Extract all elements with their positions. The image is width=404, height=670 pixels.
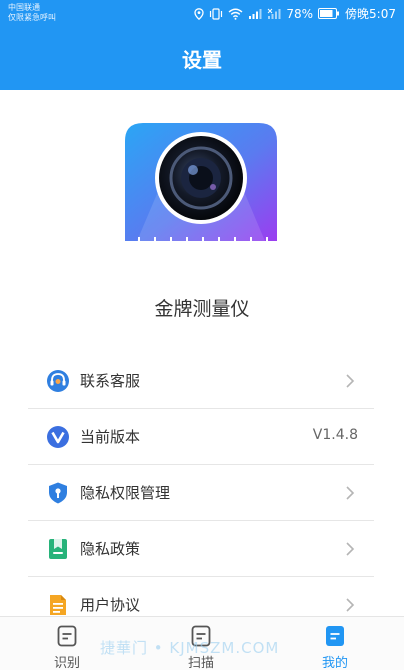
tab-profile[interactable]: 我的 [285,617,385,670]
clock: 傍晚5:07 [345,7,396,21]
recognize-icon [57,625,77,647]
menu-item-label: 联系客服 [80,372,141,390]
menu-item-label: 当前版本 [80,428,141,446]
page-title: 设置 [182,48,222,72]
signal-icon [249,8,262,19]
tab-label: 我的 [321,656,348,670]
settings-menu: 联系客服 当前版本 V1.4.8 隐私权限管理 隐私政策 用户协议 [28,353,374,633]
menu-item-label: 隐私政策 [80,540,141,558]
chevron-right-icon [346,486,355,500]
carrier-info: 中国联通 仅限紧急呼叫 [8,3,56,23]
menu-item-contact-support[interactable]: 联系客服 [28,353,374,409]
menu-item-privacy-policy[interactable]: 隐私政策 [28,521,374,577]
signal-no-sim-icon [268,8,281,19]
headset-icon [47,370,69,392]
header-bar: 中国联通 仅限紧急呼叫 78% 傍晚5:07 设置 [0,0,404,90]
status-bar: 中国联通 仅限紧急呼叫 78% 傍晚5:07 [0,0,404,28]
menu-item-current-version[interactable]: 当前版本 V1.4.8 [28,409,374,465]
wifi-icon [228,8,243,20]
battery-icon [318,8,340,19]
menu-item-privacy-permissions[interactable]: 隐私权限管理 [28,465,374,521]
menu-item-label: 隐私权限管理 [80,484,171,502]
watermark: 捷華门 • KJMSZM.COM [100,639,280,657]
app-name: 金牌测量仪 [154,298,250,320]
document-icon [50,595,66,615]
status-icons: 78% 傍晚5:07 [194,5,396,22]
bookmark-icon [49,539,67,559]
chevron-right-icon [346,542,355,556]
app-logo [125,123,277,245]
settings-content: 金牌测量仪 联系客服 当前版本 V1.4.8 隐私权限管理 隐私政策 用户协议 [0,90,404,618]
version-icon [47,426,69,448]
location-icon [194,7,205,20]
shield-icon [49,482,67,504]
menu-item-label: 用户协议 [80,596,141,614]
carrier-name: 中国联通 [8,3,40,12]
bottom-tab-bar: 识别 扫描 我的 捷華门 • KJMSZM.COM [0,616,404,670]
profile-icon [326,626,344,646]
chevron-right-icon [346,598,355,612]
version-value: V1.4.8 [312,427,358,443]
chevron-right-icon [346,374,355,388]
carrier-status: 仅限紧急呼叫 [8,13,56,22]
vibrate-icon [210,7,223,20]
battery-percent: 78% [286,6,314,21]
